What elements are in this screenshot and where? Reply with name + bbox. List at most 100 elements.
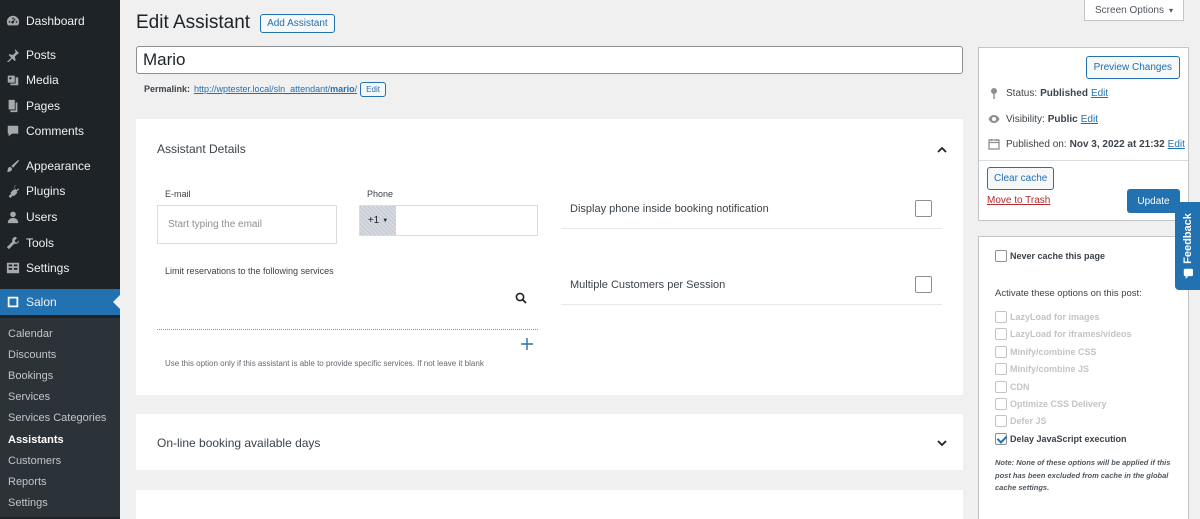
cache-option-label: LazyLoad for iframes/videos — [1010, 329, 1132, 339]
permalink-link[interactable]: http://wptester.local/sln_attendant/mari… — [194, 84, 357, 94]
sidebar-item-salon[interactable]: Salon — [0, 289, 120, 315]
sidebar-item-pages[interactable]: Pages — [0, 93, 120, 118]
cache-option-checkbox[interactable] — [995, 346, 1007, 358]
sidebar-item-appearance[interactable]: Appearance — [0, 153, 120, 178]
cache-option-row: LazyLoad for iframes/videos — [995, 328, 1132, 340]
settings-icon — [6, 261, 20, 275]
sidebar-item-label: Comments — [26, 123, 85, 138]
toggle-display-phone-row: Display phone inside booking notificatio… — [561, 189, 942, 229]
sidebar-item-tools[interactable]: Tools — [0, 230, 120, 255]
services-label: Limit reservations to the following serv… — [165, 266, 334, 276]
pin-icon — [991, 88, 997, 99]
title-input[interactable] — [136, 46, 963, 74]
activate-options-label: Activate these options on this post: — [995, 288, 1142, 299]
services-divider — [157, 329, 538, 330]
sidebar-item-label: Users — [26, 209, 58, 224]
cache-option-checkbox[interactable] — [995, 415, 1007, 427]
services-hint: Use this option only if this assistant i… — [165, 359, 484, 368]
cache-option-checkbox[interactable] — [995, 328, 1007, 340]
feedback-icon — [1182, 268, 1193, 279]
cache-option-row: LazyLoad for images — [995, 311, 1100, 323]
permalink-prefix: http://wptester.local/sln_attendant/ — [194, 84, 331, 94]
sidebar-item-plugins[interactable]: Plugins — [0, 178, 120, 203]
delay-js-checkbox[interactable] — [995, 433, 1007, 445]
submenu-item-settings[interactable]: Settings — [0, 493, 120, 514]
chevron-up-icon[interactable] — [937, 145, 947, 155]
title-row: Edit Assistant Add Assistant — [136, 12, 335, 34]
status-value: Published — [1040, 87, 1088, 99]
caret-down-icon: ▼ — [382, 217, 389, 224]
sidebar-item-label: Pages — [26, 98, 61, 113]
clear-cache-button[interactable]: Clear cache — [987, 167, 1055, 190]
cache-option-label: Minify/combine JS — [1010, 364, 1090, 374]
submenu-item-customers[interactable]: Customers — [0, 450, 120, 471]
visibility-edit-link[interactable]: Edit — [1081, 114, 1098, 125]
move-to-trash-link[interactable]: Move to Trash — [987, 195, 1050, 206]
sidebar-item-label: Tools — [26, 235, 55, 250]
submenu-item-calendar[interactable]: Calendar — [0, 323, 120, 344]
screen-options-button[interactable]: Screen Options ▾ — [1084, 0, 1184, 21]
submenu-item-services-categories[interactable]: Services Categories — [0, 408, 120, 429]
submenu-item-discounts[interactable]: Discounts — [0, 344, 120, 365]
sidebar-item-comments[interactable]: Comments — [0, 118, 120, 143]
online-booking-panel[interactable]: On-line booking available days — [136, 414, 963, 470]
sidebar-item-dashboard[interactable]: Dashboard — [0, 8, 120, 33]
collapsed-panel[interactable] — [136, 490, 963, 519]
calendar-icon — [988, 139, 1000, 150]
never-cache-checkbox[interactable] — [995, 250, 1007, 262]
chevron-down-icon[interactable] — [937, 438, 947, 448]
salon-submenu: Calendar Discounts Bookings Services Ser… — [0, 318, 120, 517]
comments-icon — [6, 124, 20, 138]
pages-icon — [6, 99, 20, 113]
cache-option-checkbox[interactable] — [995, 311, 1007, 323]
status-label: Status: — [1006, 87, 1038, 99]
published-edit-link[interactable]: Edit — [1168, 139, 1185, 150]
sidebar-item-label: Plugins — [26, 183, 66, 198]
display-phone-checkbox[interactable] — [915, 200, 932, 217]
cache-option-checkbox[interactable] — [995, 381, 1007, 393]
plus-icon[interactable] — [520, 337, 534, 351]
panel-title: Assistant Details — [157, 142, 246, 156]
sidebar-item-label: Settings — [26, 260, 70, 275]
permalink-edit-button[interactable]: Edit — [360, 81, 386, 97]
search-icon[interactable] — [515, 292, 527, 304]
sidebar-item-users[interactable]: Users — [0, 204, 120, 229]
sidebar-item-settings[interactable]: Settings — [0, 255, 120, 280]
multiple-customers-checkbox[interactable] — [915, 276, 932, 293]
submenu-item-bookings[interactable]: Bookings — [0, 365, 120, 386]
assistant-details-panel: Assistant Details E-mail Start typing th… — [136, 119, 963, 395]
cache-option-checkbox[interactable] — [995, 398, 1007, 410]
cache-option-label: LazyLoad for images — [1010, 312, 1100, 322]
preview-changes-button[interactable]: Preview Changes — [1085, 56, 1180, 79]
sidebar-item-label: Dashboard — [26, 13, 85, 28]
toggle-multiple-customers-label: Multiple Customers per Session — [570, 278, 726, 291]
status-edit-link[interactable]: Edit — [1091, 88, 1108, 99]
delay-js-label: Delay JavaScript execution — [1010, 434, 1127, 444]
update-button[interactable]: Update — [1127, 189, 1180, 213]
sidebar-item-posts[interactable]: Posts — [0, 42, 120, 67]
cache-option-checkbox[interactable] — [995, 363, 1007, 375]
submenu-item-reports[interactable]: Reports — [0, 471, 120, 492]
email-field[interactable]: Start typing the email — [157, 205, 337, 244]
permalink-label: Permalink: — [144, 84, 191, 94]
phone-label: Phone — [367, 189, 394, 199]
toggle-multiple-customers-row: Multiple Customers per Session — [561, 265, 942, 305]
admin-sidebar: Dashboard Posts Media Pages Comments App… — [0, 0, 120, 519]
cache-note: Note: None of these options will be appl… — [995, 458, 1171, 492]
eye-icon — [988, 115, 1000, 123]
add-assistant-button[interactable]: Add Assistant — [260, 13, 335, 33]
visibility-row: Visibility: Public Edit — [988, 113, 1098, 125]
pin-icon — [6, 48, 20, 62]
feedback-tab[interactable]: Feedback — [1175, 202, 1200, 290]
permalink-suffix: / — [354, 84, 358, 94]
published-value: Nov 3, 2022 at 21:32 — [1069, 138, 1165, 150]
sidebar-item-media[interactable]: Media — [0, 67, 120, 92]
never-cache-label: Never cache this page — [1010, 251, 1106, 261]
phone-country-code-select[interactable]: +1 ▼ — [360, 206, 396, 235]
submenu-item-assistants[interactable]: Assistants — [0, 429, 120, 450]
plugin-icon — [6, 184, 20, 198]
submenu-item-services[interactable]: Services — [0, 387, 120, 408]
publish-box: Preview Changes Status: Published Edit V… — [978, 47, 1189, 221]
cache-option-label: Optimize CSS Delivery — [1010, 399, 1107, 409]
published-label: Published on: — [1006, 138, 1067, 150]
